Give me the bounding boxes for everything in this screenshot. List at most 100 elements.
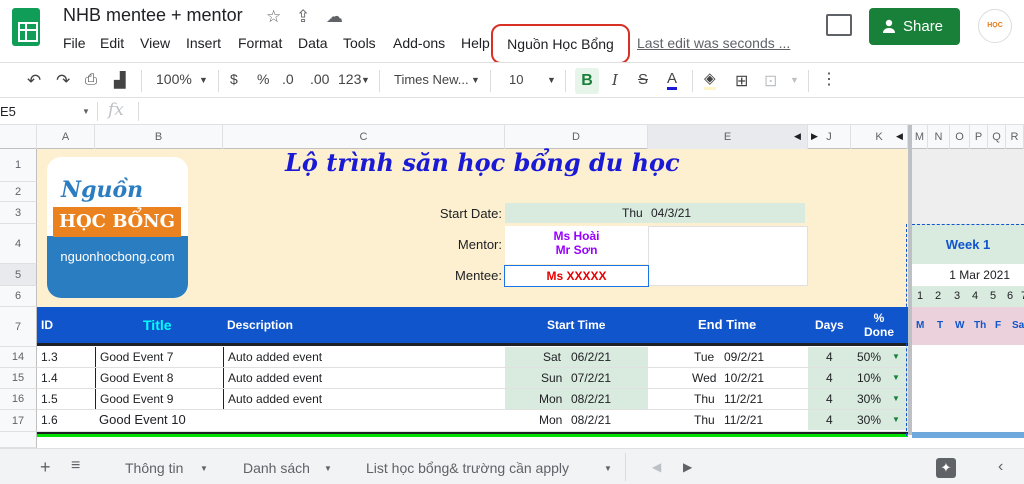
formula-input[interactable] [145, 100, 1015, 122]
cell-percent-done[interactable]: 30% [857, 389, 881, 409]
fill-color-icon[interactable]: ◈ [704, 71, 716, 90]
table-row[interactable]: 1.6 Good Event 10 Mon 08/2/21 Thu 11/2/2… [37, 410, 908, 432]
select-all-corner[interactable] [0, 125, 37, 149]
merge-dropdown-icon[interactable]: ▼ [790, 75, 799, 85]
decrease-decimal-button[interactable]: .0 [282, 71, 294, 87]
table-row[interactable]: 1.4 Good Event 8 Auto added event Sun 07… [37, 368, 908, 389]
header-percent-done[interactable]: % Done [861, 311, 897, 347]
share-button[interactable]: Share [869, 8, 960, 45]
increase-decimal-button[interactable]: .00 [310, 71, 329, 87]
hidden-columns-left-icon[interactable]: ◀ [794, 131, 801, 142]
sheet-tab[interactable]: Danh sách [243, 460, 310, 476]
sheet-tab[interactable]: List học bổng& trường cần apply [366, 460, 569, 476]
calendar-grid[interactable] [912, 345, 1024, 432]
header-start-time[interactable]: Start Time [547, 307, 605, 343]
redo-icon[interactable]: ↷ [56, 71, 70, 91]
name-box[interactable]: E5 [0, 104, 16, 119]
start-date-cell[interactable]: Thu 04/3/21 [505, 203, 805, 223]
row-header[interactable]: 17 [0, 410, 37, 432]
font-size-dropdown-icon[interactable]: ▼ [547, 75, 556, 85]
row-header[interactable]: 4 [0, 224, 37, 264]
row-header[interactable]: 14 [0, 347, 37, 368]
move-icon[interactable]: ⇪ [296, 7, 310, 27]
column-header[interactable]: E [648, 125, 808, 149]
cloud-status-icon[interactable]: ☁ [326, 7, 343, 27]
table-row[interactable]: 1.5 Good Event 9 Auto added event Mon 08… [37, 389, 908, 410]
zoom-select[interactable]: 100% [156, 71, 192, 87]
sheet-tab-dropdown-icon[interactable]: ▼ [604, 464, 612, 473]
menu-view[interactable]: View [140, 35, 170, 51]
dropdown-icon[interactable]: ▼ [892, 410, 900, 430]
header-id[interactable]: ID [41, 307, 53, 343]
header-title[interactable]: Title [143, 307, 172, 343]
menu-help[interactable]: Help [461, 35, 490, 51]
column-header[interactable]: O [950, 125, 970, 149]
column-header[interactable]: B [95, 125, 223, 149]
all-sheets-icon[interactable]: ≡ [71, 457, 80, 475]
row-header[interactable]: 3 [0, 202, 37, 224]
header-description[interactable]: Description [227, 307, 293, 343]
dropdown-icon[interactable]: ▼ [892, 389, 900, 409]
row-header[interactable]: 15 [0, 368, 37, 389]
header-days[interactable]: Days [815, 307, 844, 343]
menu-format[interactable]: Format [238, 35, 282, 51]
blank-cell[interactable] [648, 226, 808, 286]
menu-insert[interactable]: Insert [186, 35, 221, 51]
merge-cells-icon[interactable]: ⊡ [764, 71, 777, 91]
row-header[interactable]: 16 [0, 389, 37, 410]
menu-nguon-hoc-bong[interactable]: Nguồn Học Bổng [491, 24, 630, 64]
more-formats-button[interactable]: 123 [338, 71, 361, 87]
name-box-dropdown-icon[interactable]: ▼ [82, 107, 90, 116]
scroll-tabs-left-icon[interactable]: ◀ [652, 460, 661, 474]
paint-format-icon[interactable]: ▟ [114, 71, 126, 89]
percent-format-button[interactable]: % [257, 71, 269, 87]
scroll-tabs-right-icon[interactable]: ▶ [683, 460, 692, 474]
column-header[interactable]: P [970, 125, 988, 149]
cell-percent-done[interactable]: 50% [857, 347, 881, 367]
mentor-cell[interactable]: Ms Hoài Mr Sơn [505, 226, 648, 264]
row-header[interactable]: 2 [0, 182, 37, 202]
font-select[interactable]: Times New... [394, 72, 469, 87]
column-header[interactable]: J [808, 125, 851, 149]
add-sheet-icon[interactable]: + [40, 457, 51, 478]
sheet-tab-dropdown-icon[interactable]: ▼ [200, 464, 208, 473]
row-header[interactable]: 1 [0, 149, 37, 182]
table-row[interactable]: 1.3 Good Event 7 Auto added event Sat 06… [37, 347, 908, 368]
star-icon[interactable]: ☆ [266, 7, 281, 27]
currency-format-button[interactable]: $ [230, 71, 238, 87]
italic-button[interactable]: I [612, 71, 618, 89]
more-options-button[interactable]: ⋮ [821, 69, 837, 89]
menu-addons[interactable]: Add-ons [393, 35, 445, 51]
sheets-logo-icon[interactable] [12, 8, 40, 46]
zoom-dropdown-icon[interactable]: ▼ [199, 75, 208, 85]
sheet-tab[interactable]: Thông tin [125, 460, 183, 476]
formats-dropdown-icon[interactable]: ▼ [361, 75, 370, 85]
document-title[interactable]: NHB mentee + mentor [63, 5, 243, 26]
header-end-time[interactable]: End Time [698, 307, 756, 343]
collapse-panel-icon[interactable]: ‹ [998, 458, 1003, 476]
column-header[interactable]: Q [988, 125, 1006, 149]
avatar[interactable]: HỌC BỔNG [978, 9, 1012, 43]
column-header[interactable]: R [1006, 125, 1024, 149]
font-size-select[interactable]: 10 [509, 72, 523, 87]
horizontal-scrollbar[interactable] [912, 432, 1024, 438]
sheet-title[interactable]: Lộ trình săn học bổng du học [285, 148, 680, 177]
mentee-cell[interactable]: Ms XXXXX [504, 265, 649, 287]
font-dropdown-icon[interactable]: ▼ [471, 75, 480, 85]
menu-data[interactable]: Data [298, 35, 328, 51]
column-header[interactable]: M [912, 125, 928, 149]
explore-icon[interactable]: ✦ [936, 458, 956, 478]
row-header[interactable]: 6 [0, 286, 37, 307]
dropdown-icon[interactable]: ▼ [892, 368, 900, 388]
bold-button[interactable]: B [575, 68, 599, 94]
borders-icon[interactable]: ⊞ [735, 71, 748, 91]
menu-file[interactable]: File [63, 35, 86, 51]
row-header[interactable]: 7 [0, 307, 37, 347]
last-edit-link[interactable]: Last edit was seconds ... [637, 35, 790, 51]
sheet-tab-dropdown-icon[interactable]: ▼ [324, 464, 332, 473]
column-header[interactable]: N [928, 125, 950, 149]
cell-percent-done[interactable]: 30% [857, 410, 881, 430]
cell-percent-done[interactable]: 10% [857, 368, 881, 388]
undo-icon[interactable]: ↶ [27, 71, 41, 91]
strikethrough-button[interactable]: S [638, 71, 648, 88]
